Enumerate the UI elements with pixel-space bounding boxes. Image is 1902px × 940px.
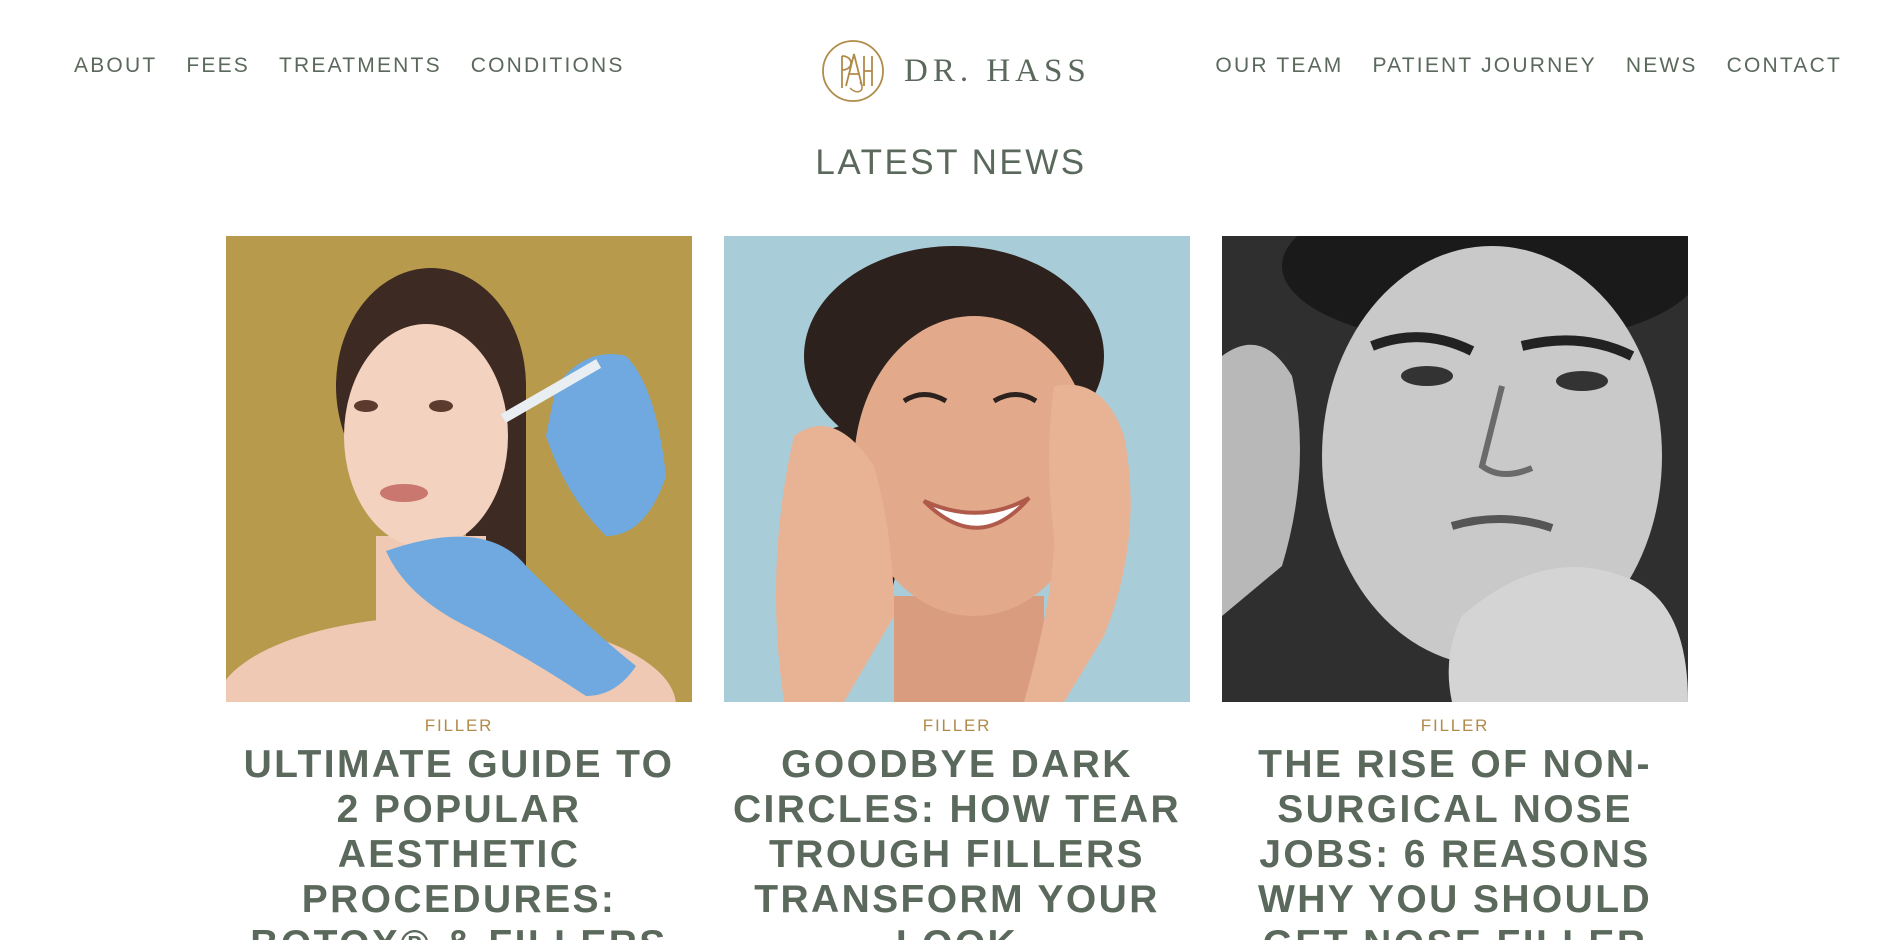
site-logo[interactable]: DR. HASS [820, 38, 1091, 104]
news-card-category[interactable]: FILLER [1222, 716, 1688, 736]
news-card-image[interactable] [226, 236, 692, 702]
nav-link-about[interactable]: ABOUT [74, 54, 157, 78]
nav-link-fees[interactable]: FEES [186, 54, 250, 78]
site-header: ABOUT FEES TREATMENTS CONDITIONS DR. HAS… [0, 0, 1902, 130]
man-portrait-photo [1222, 236, 1688, 702]
news-card-category[interactable]: FILLER [724, 716, 1190, 736]
nav-link-patient-journey[interactable]: PATIENT JOURNEY [1372, 54, 1596, 78]
news-card[interactable]: FILLER THE RISE OF NON-SURGICAL NOSE JOB… [1222, 236, 1688, 940]
news-card-list: FILLER ULTIMATE GUIDE TO 2 POPULAR AESTH… [226, 236, 1688, 940]
nav-link-conditions[interactable]: CONDITIONS [471, 54, 625, 78]
primary-nav-left: ABOUT FEES TREATMENTS CONDITIONS [74, 54, 625, 78]
news-card-category[interactable]: FILLER [226, 716, 692, 736]
primary-nav-right: OUR TEAM PATIENT JOURNEY NEWS CONTACT [1215, 54, 1842, 78]
section-title: LATEST NEWS [815, 143, 1087, 182]
news-card[interactable]: FILLER GOODBYE DARK CIRCLES: HOW TEAR TR… [724, 236, 1190, 940]
logo-text: DR. HASS [904, 52, 1091, 89]
woman-injection-photo [226, 236, 692, 702]
news-card-title[interactable]: THE RISE OF NON-SURGICAL NOSE JOBS: 6 RE… [1222, 742, 1688, 940]
nav-link-news[interactable]: NEWS [1626, 54, 1698, 78]
pah-monogram-icon [822, 40, 884, 102]
news-card[interactable]: FILLER ULTIMATE GUIDE TO 2 POPULAR AESTH… [226, 236, 692, 940]
nav-link-contact[interactable]: CONTACT [1727, 54, 1842, 78]
news-card-image[interactable] [724, 236, 1190, 702]
nav-link-our-team[interactable]: OUR TEAM [1215, 54, 1343, 78]
news-card-title[interactable]: ULTIMATE GUIDE TO 2 POPULAR AESTHETIC PR… [226, 742, 692, 940]
news-card-title[interactable]: GOODBYE DARK CIRCLES: HOW TEAR TROUGH FI… [724, 742, 1190, 940]
news-card-image[interactable] [1222, 236, 1688, 702]
nav-link-treatments[interactable]: TREATMENTS [279, 54, 442, 78]
smiling-woman-photo [724, 236, 1190, 702]
